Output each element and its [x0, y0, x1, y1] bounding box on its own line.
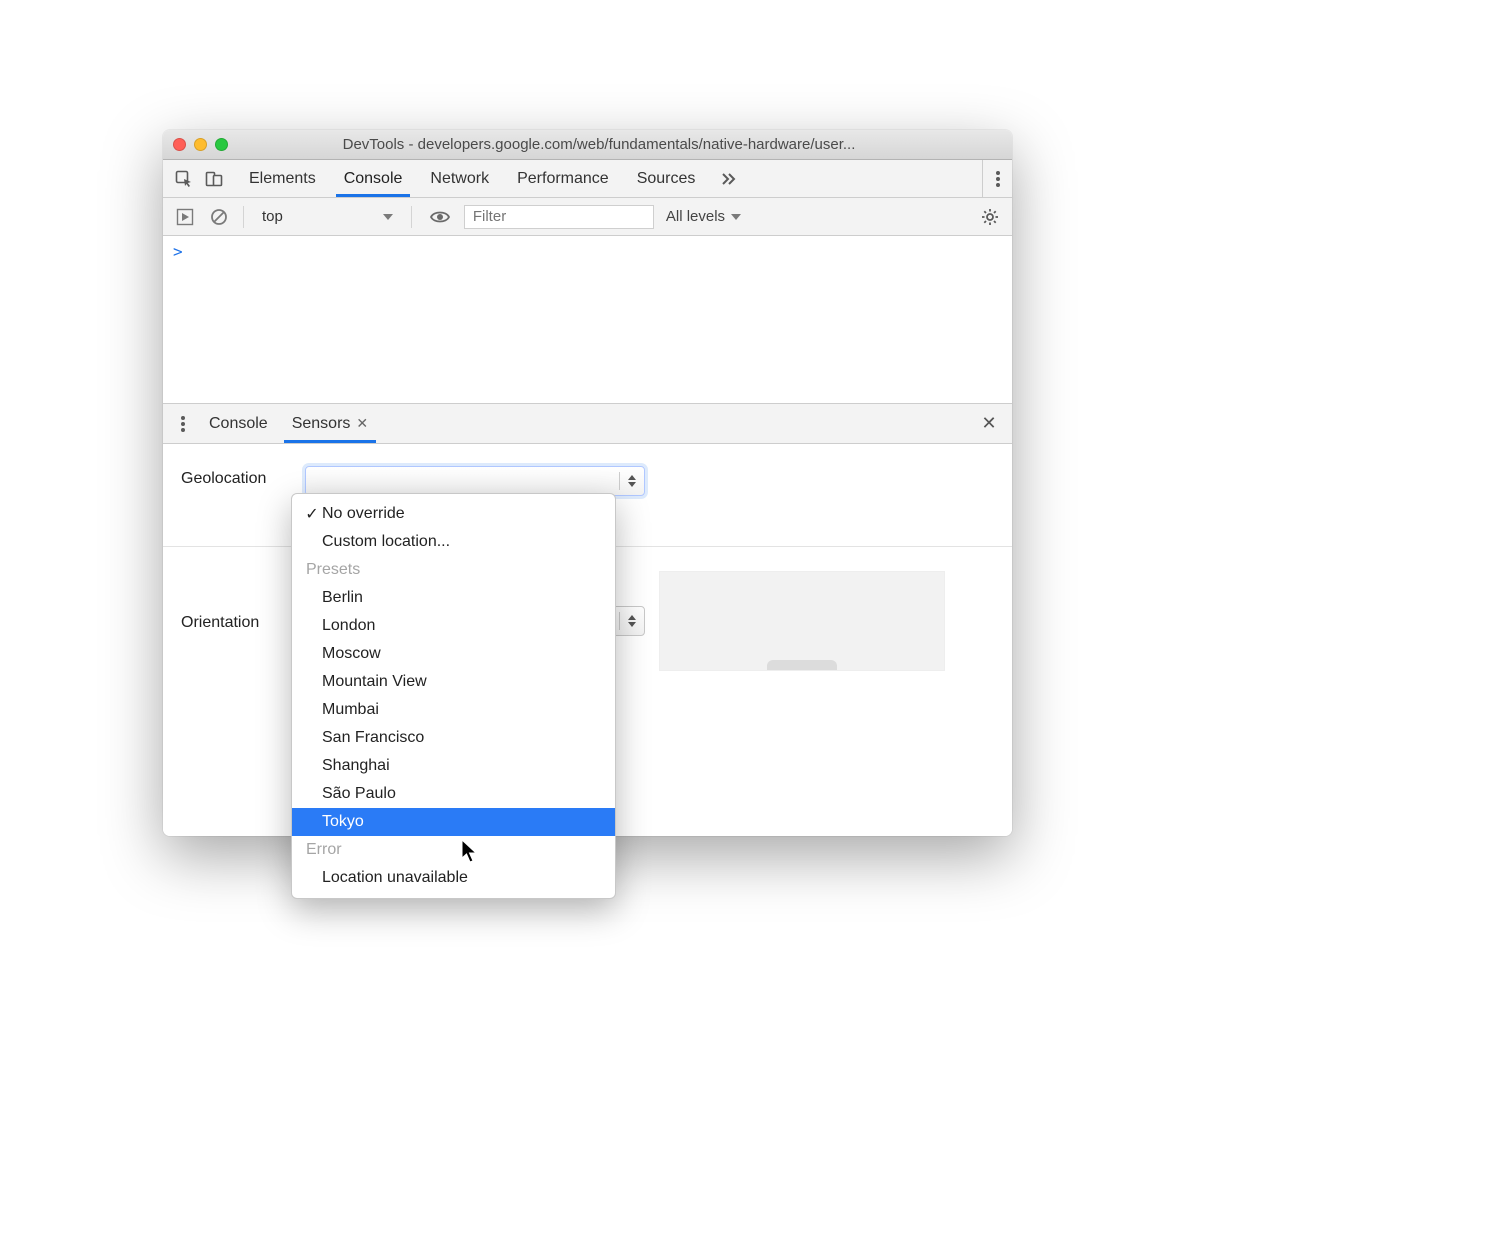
dropdown-option-shanghai[interactable]: Shanghai: [292, 752, 615, 780]
separator: [243, 206, 244, 228]
dropdown-option-location-unavailable[interactable]: Location unavailable: [292, 864, 615, 892]
minimize-window-button[interactable]: [194, 138, 207, 151]
tab-elements[interactable]: Elements: [235, 160, 330, 197]
tab-performance[interactable]: Performance: [503, 160, 623, 197]
drawer-tab-sensors[interactable]: Sensors ✕: [280, 404, 380, 443]
dropdown-group-error: Error: [292, 836, 615, 864]
tab-sources[interactable]: Sources: [623, 160, 710, 197]
cursor-icon: [461, 839, 479, 863]
option-label: London: [322, 617, 375, 635]
inspect-element-icon[interactable]: [169, 160, 199, 198]
option-label: São Paulo: [322, 785, 396, 803]
geolocation-label: Geolocation: [181, 466, 291, 488]
titlebar: DevTools - developers.google.com/web/fun…: [163, 130, 1012, 160]
console-output[interactable]: >: [163, 236, 1012, 404]
tab-label: Sensors: [292, 415, 351, 433]
check-icon: ✓: [302, 504, 322, 524]
drawer-tab-console[interactable]: Console: [197, 404, 280, 443]
dropdown-option-mountain-view[interactable]: Mountain View: [292, 668, 615, 696]
option-label: Custom location...: [322, 533, 450, 551]
separator: [411, 206, 412, 228]
context-selector[interactable]: top: [254, 204, 401, 230]
close-drawer-icon[interactable]: ✕: [972, 413, 1006, 434]
window-title: DevTools - developers.google.com/web/fun…: [236, 136, 1002, 153]
toggle-device-icon[interactable]: [199, 160, 229, 198]
device-icon: [767, 660, 837, 670]
log-level-label: All levels: [666, 208, 725, 225]
log-level-selector[interactable]: All levels: [666, 208, 741, 225]
tab-label: Performance: [517, 170, 609, 188]
orientation-preview[interactable]: [659, 571, 945, 671]
geolocation-row: Geolocation: [181, 466, 994, 496]
select-caret-icon: [628, 475, 636, 487]
dropdown-option-london[interactable]: London: [292, 612, 615, 640]
main-tabs: Elements Console Network Performance Sou…: [235, 160, 709, 197]
tab-label: Console: [344, 170, 403, 188]
geolocation-select[interactable]: [305, 466, 645, 496]
separator: [619, 612, 620, 630]
option-label: Tokyo: [322, 813, 364, 831]
execution-play-icon[interactable]: [171, 203, 199, 231]
orientation-label: Orientation: [181, 610, 291, 632]
more-tabs-icon[interactable]: [709, 170, 749, 188]
dropdown-option-tokyo[interactable]: Tokyo: [292, 808, 615, 836]
context-value: top: [262, 208, 283, 225]
option-label: Shanghai: [322, 757, 390, 775]
live-expression-icon[interactable]: [426, 203, 454, 231]
option-label: Moscow: [322, 645, 381, 663]
separator: [619, 472, 620, 490]
console-settings-icon[interactable]: [976, 203, 1004, 231]
kebab-menu-icon[interactable]: [982, 160, 1012, 198]
option-label: Mountain View: [322, 673, 427, 691]
traffic-lights: [173, 138, 228, 151]
option-label: Mumbai: [322, 701, 379, 719]
main-tabbar: Elements Console Network Performance Sou…: [163, 160, 1012, 198]
dropdown-option-no-override[interactable]: ✓ No override: [292, 500, 615, 528]
dropdown-option-sao-paulo[interactable]: São Paulo: [292, 780, 615, 808]
console-prompt: >: [173, 242, 183, 261]
close-tab-icon[interactable]: ✕: [356, 415, 368, 432]
chevron-down-icon: [731, 214, 741, 220]
dropdown-option-moscow[interactable]: Moscow: [292, 640, 615, 668]
option-label: No override: [322, 505, 405, 523]
clear-console-icon[interactable]: [205, 203, 233, 231]
dropdown-group-presets: Presets: [292, 556, 615, 584]
tab-label: Console: [209, 415, 268, 433]
close-window-button[interactable]: [173, 138, 186, 151]
dropdown-option-berlin[interactable]: Berlin: [292, 584, 615, 612]
filter-input[interactable]: [464, 205, 654, 229]
tab-network[interactable]: Network: [416, 160, 503, 197]
option-label: Berlin: [322, 589, 363, 607]
chevron-down-icon: [383, 214, 393, 220]
zoom-window-button[interactable]: [215, 138, 228, 151]
geolocation-dropdown: ✓ No override Custom location... Presets…: [291, 493, 616, 899]
option-label: San Francisco: [322, 729, 424, 747]
dropdown-option-mumbai[interactable]: Mumbai: [292, 696, 615, 724]
drawer-menu-icon[interactable]: [169, 416, 197, 432]
dropdown-option-san-francisco[interactable]: San Francisco: [292, 724, 615, 752]
option-label: Location unavailable: [322, 869, 468, 887]
tab-label: Elements: [249, 170, 316, 188]
dropdown-option-custom-location[interactable]: Custom location...: [292, 528, 615, 556]
drawer-tabbar: Console Sensors ✕ ✕: [163, 404, 1012, 444]
tab-label: Sources: [637, 170, 696, 188]
select-caret-icon: [628, 615, 636, 627]
tab-console[interactable]: Console: [330, 160, 417, 197]
console-toolbar: top All levels: [163, 198, 1012, 236]
tab-label: Network: [430, 170, 489, 188]
